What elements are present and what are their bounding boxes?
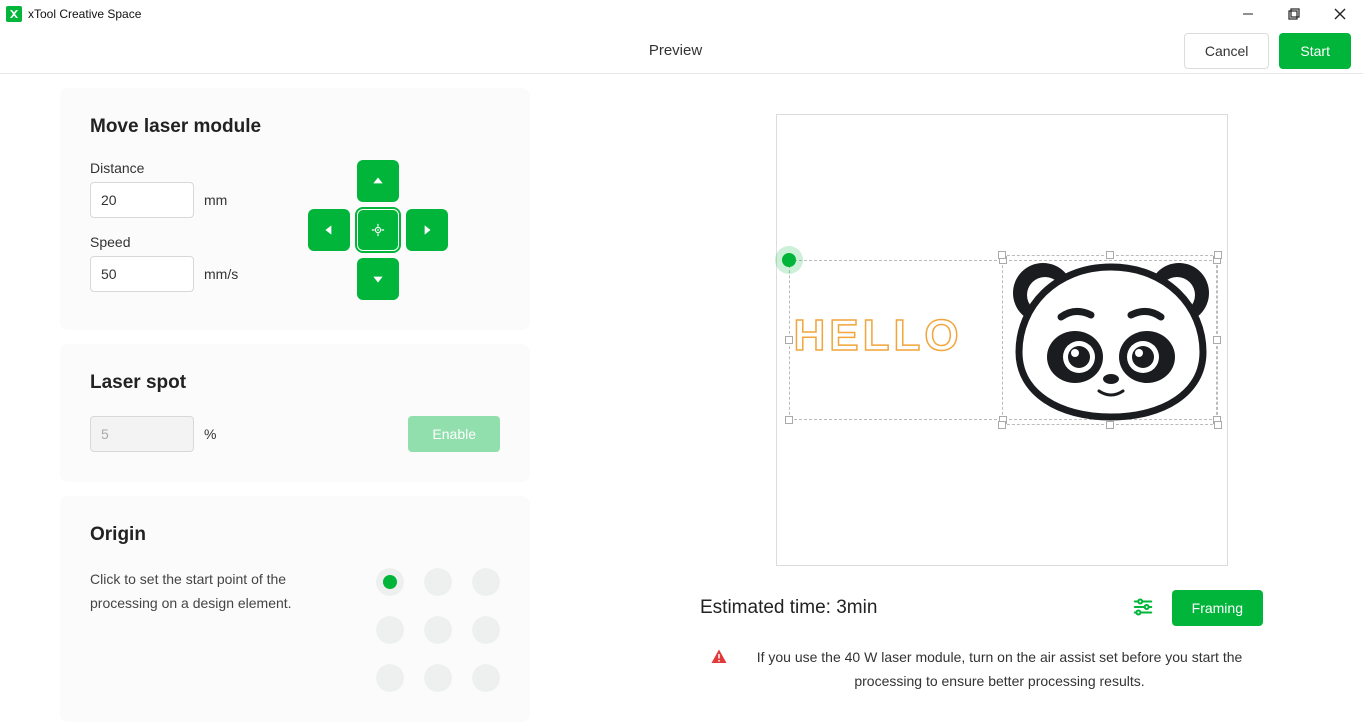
move-up-button[interactable] (357, 160, 399, 202)
origin-point-top-center[interactable] (424, 568, 452, 596)
laser-spot-power-input (90, 416, 194, 452)
laser-spot-card: Laser spot % Enable (60, 344, 530, 482)
origin-description: Click to set the start point of the proc… (90, 568, 342, 692)
warning-icon (710, 648, 728, 669)
app-title: xTool Creative Space (28, 7, 141, 21)
selection-handle[interactable] (785, 416, 793, 424)
titlebar: xTool Creative Space (0, 0, 1363, 28)
minimize-button[interactable] (1225, 0, 1271, 28)
estimated-time: Estimated time: 3min (700, 597, 877, 619)
origin-point-middle-left[interactable] (376, 616, 404, 644)
laser-spot-title: Laser spot (90, 372, 500, 394)
origin-point-middle-center[interactable] (424, 616, 452, 644)
cancel-button[interactable]: Cancel (1184, 33, 1270, 69)
direction-pad (308, 160, 448, 300)
distance-input[interactable] (90, 182, 194, 218)
settings-panel: Move laser module Distance mm Speed (0, 74, 590, 722)
origin-point-bottom-right[interactable] (472, 664, 500, 692)
preview-canvas[interactable]: HELLO (776, 114, 1228, 566)
hello-text-object[interactable]: HELLO (794, 311, 963, 361)
settings-sliders-icon[interactable] (1132, 596, 1154, 621)
origin-title: Origin (90, 524, 500, 546)
warning-text: If you use the 40 W laser module, turn o… (746, 646, 1253, 694)
move-laser-card: Move laser module Distance mm Speed (60, 88, 530, 330)
preview-panel: HELLO (590, 74, 1363, 722)
distance-label: Distance (90, 160, 238, 176)
distance-unit: mm (204, 192, 227, 208)
panda-image-object[interactable] (1005, 257, 1217, 426)
start-button[interactable]: Start (1279, 33, 1351, 69)
speed-unit: mm/s (204, 266, 238, 282)
origin-point-middle-right[interactable] (472, 616, 500, 644)
selection-handle[interactable] (785, 336, 793, 344)
speed-label: Speed (90, 234, 238, 250)
framing-button[interactable]: Framing (1172, 590, 1263, 626)
laser-spot-enable-button[interactable]: Enable (408, 416, 500, 452)
maximize-button[interactable] (1271, 0, 1317, 28)
header: Preview Cancel Start (0, 28, 1363, 74)
move-down-button[interactable] (357, 258, 399, 300)
origin-marker-icon (775, 246, 803, 274)
laser-spot-unit: % (204, 426, 216, 442)
origin-point-bottom-left[interactable] (376, 664, 404, 692)
origin-grid (376, 568, 500, 692)
move-home-button[interactable] (357, 209, 399, 251)
move-right-button[interactable] (406, 209, 448, 251)
origin-point-top-left[interactable] (376, 568, 404, 596)
speed-input[interactable] (90, 256, 194, 292)
move-laser-title: Move laser module (90, 116, 500, 138)
origin-card: Origin Click to set the start point of t… (60, 496, 530, 722)
app-icon (6, 6, 22, 22)
page-title: Preview (200, 42, 1151, 59)
move-left-button[interactable] (308, 209, 350, 251)
origin-point-bottom-center[interactable] (424, 664, 452, 692)
close-button[interactable] (1317, 0, 1363, 28)
origin-point-top-right[interactable] (472, 568, 500, 596)
